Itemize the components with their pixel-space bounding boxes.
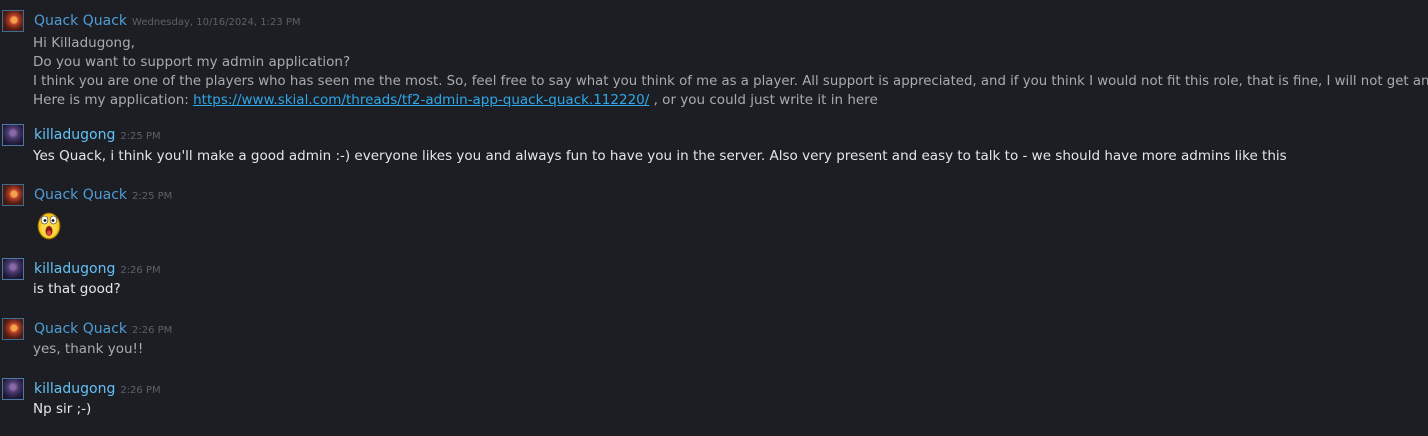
author-name[interactable]: killadugong xyxy=(34,381,115,397)
timestamp: 2:26 PM xyxy=(120,265,161,276)
message-text: yes, thank you!! xyxy=(33,341,144,357)
avatar[interactable] xyxy=(2,10,24,32)
timestamp: 2:26 PM xyxy=(132,325,173,336)
author-name[interactable]: killadugong xyxy=(34,261,115,277)
message-header: Quack Quack Wednesday, 10/16/2024, 1:23 P… xyxy=(34,10,301,30)
timestamp: 2:26 PM xyxy=(120,385,161,396)
message-text: Hi Killadugong, xyxy=(33,35,135,51)
message-text: Yes Quack, i think you'll make a good ad… xyxy=(33,148,1287,164)
message-header: Quack Quack 2:26 PM xyxy=(34,318,172,338)
avatar[interactable] xyxy=(2,184,24,206)
timestamp: Wednesday, 10/16/2024, 1:23 PM xyxy=(132,17,301,28)
application-link[interactable]: https://www.skial.com/threads/tf2-admin-… xyxy=(193,92,649,108)
message-header: killadugong 2:26 PM xyxy=(34,258,161,278)
message-header: Quack Quack 2:25 PM xyxy=(34,184,172,204)
avatar[interactable] xyxy=(2,318,24,340)
message-header: killadugong 2:25 PM xyxy=(34,124,161,144)
author-name[interactable]: Quack Quack xyxy=(34,321,127,337)
author-name[interactable]: Quack Quack xyxy=(34,187,127,203)
message-text: Here is my application: https://www.skia… xyxy=(33,91,878,110)
message-header: killadugong 2:26 PM xyxy=(34,378,161,398)
message-text-prefix: Here is my application: xyxy=(33,92,194,108)
timestamp: 2:25 PM xyxy=(120,131,161,142)
avatar[interactable] xyxy=(2,258,24,280)
chat-log: Quack Quack Wednesday, 10/16/2024, 1:23 P… xyxy=(0,0,1428,436)
avatar[interactable] xyxy=(2,378,24,400)
message-text: Do you want to support my admin applicat… xyxy=(33,54,351,70)
author-name[interactable]: killadugong xyxy=(34,127,115,143)
message-text-suffix: , or you could just write it in here xyxy=(649,92,878,108)
message-text: I think you are one of the players who h… xyxy=(33,74,1428,89)
avatar[interactable] xyxy=(2,124,24,146)
message-text: is that good? xyxy=(33,281,121,297)
message-text: Np sir ;-) xyxy=(33,401,92,417)
surprised-face-emoticon-icon xyxy=(37,212,61,240)
timestamp: 2:25 PM xyxy=(132,191,173,202)
author-name[interactable]: Quack Quack xyxy=(34,13,127,29)
